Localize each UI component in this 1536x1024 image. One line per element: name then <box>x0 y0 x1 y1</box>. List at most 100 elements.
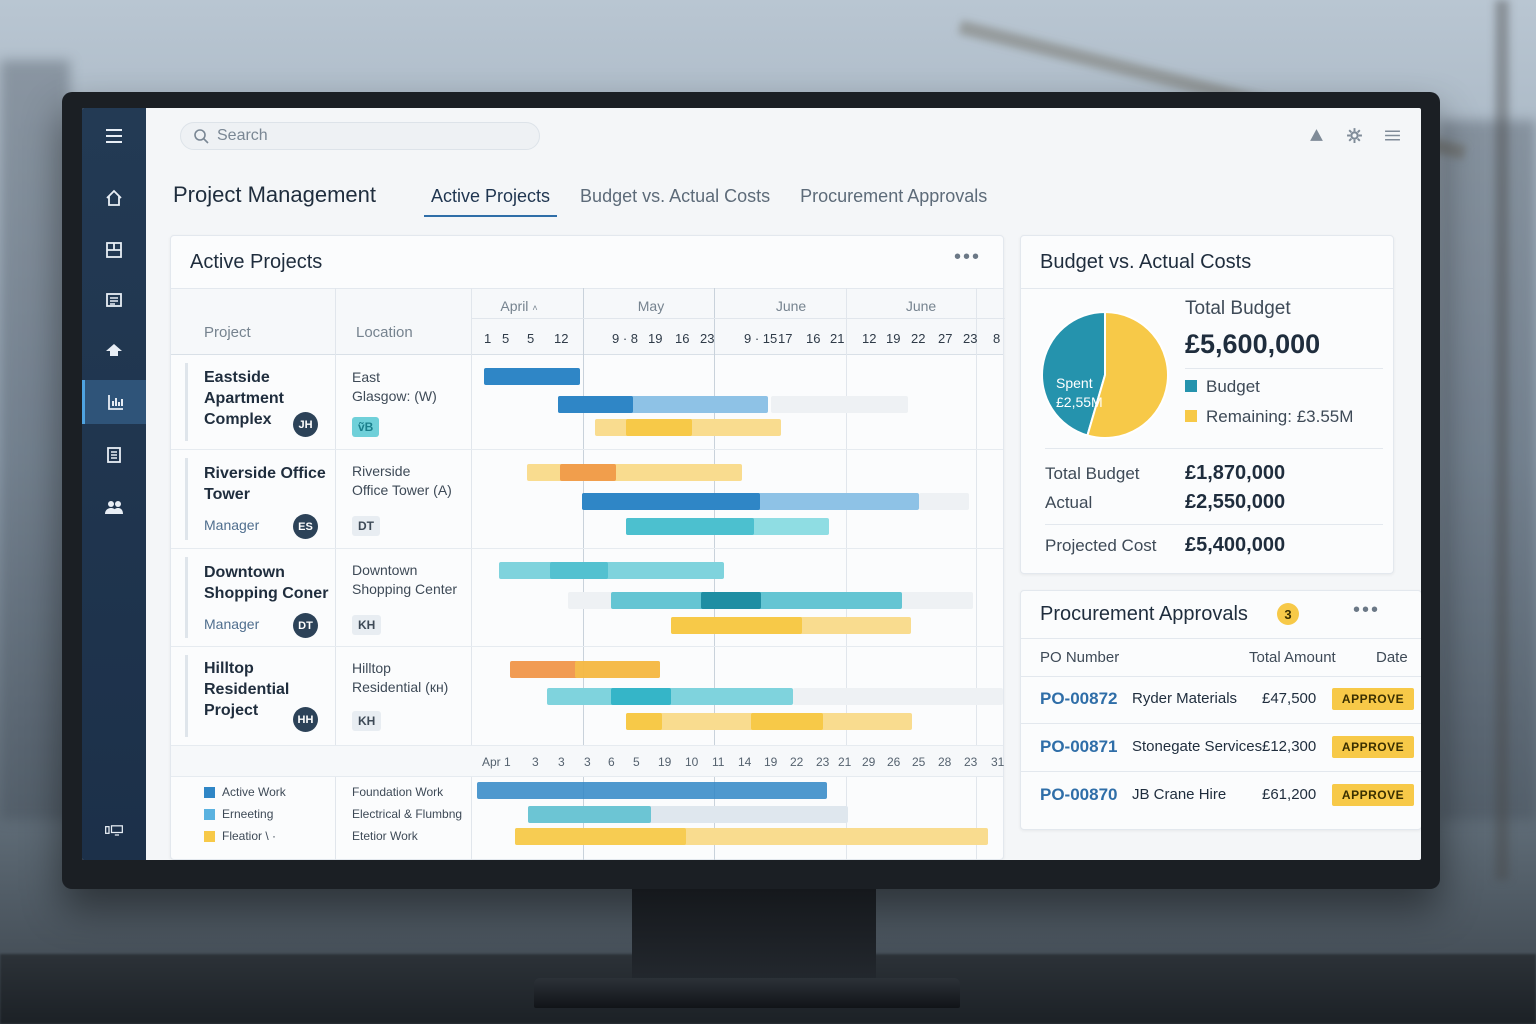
gantt-bar[interactable] <box>671 617 802 634</box>
dashboard-icon[interactable] <box>82 228 146 272</box>
legend-budget: Budget <box>1185 377 1260 397</box>
gantt-axis-label: 10 <box>685 755 699 769</box>
gantt-bar[interactable] <box>575 661 660 678</box>
approve-button[interactable]: APPROVE <box>1332 736 1414 758</box>
legend-phase: Electrical & Flumbng <box>352 807 463 821</box>
po-amount: £12,300 <box>1262 738 1317 755</box>
gantt-bar[interactable] <box>477 782 827 799</box>
approve-button[interactable]: APPROVE <box>1332 784 1414 806</box>
tab-active-projects[interactable]: Active Projects <box>424 186 558 217</box>
po-number-link[interactable]: PO-00872 <box>1040 689 1118 709</box>
device-icon[interactable] <box>82 808 146 852</box>
gantt-bar[interactable] <box>751 713 823 730</box>
gantt-bar[interactable] <box>771 396 908 413</box>
gantt-day-label: 23 <box>963 331 978 346</box>
po-number-link[interactable]: PO-00870 <box>1040 785 1118 805</box>
search-input[interactable]: Search <box>180 122 540 150</box>
month-june-1: June <box>775 298 807 314</box>
gantt-bar[interactable] <box>626 419 692 436</box>
gantt-axis-label: 6 <box>608 755 615 769</box>
gantt-day-label: 21 <box>830 331 845 346</box>
team-icon[interactable] <box>82 485 146 529</box>
search-icon <box>194 129 209 144</box>
analytics-icon[interactable] <box>82 380 146 424</box>
po-column-header: PO Number <box>1040 649 1120 666</box>
gantt-day-label: 5 <box>502 331 510 346</box>
home-icon[interactable] <box>82 176 146 220</box>
budget-row-value: £1,870,000 <box>1185 462 1286 484</box>
gantt-day-label: 27 <box>938 331 953 346</box>
page-title: Project Management <box>173 182 376 207</box>
tab-procurement-approvals[interactable]: Procurement Approvals <box>793 186 994 217</box>
gantt-bar[interactable] <box>515 828 686 845</box>
site-icon[interactable] <box>82 328 146 372</box>
procurement-title: Procurement Approvals <box>1040 603 1248 625</box>
gantt-bar[interactable] <box>626 713 662 730</box>
project-name[interactable]: Downtown Shopping Coner <box>204 562 334 604</box>
legend-item: Active Work <box>204 785 286 799</box>
budget-row-label: Projected Cost <box>1045 536 1157 555</box>
gantt-bar[interactable] <box>919 493 969 510</box>
gantt-axis-label: Apr 1 <box>482 755 511 769</box>
settings-icon[interactable] <box>1345 126 1363 144</box>
avatar: HH <box>293 707 318 732</box>
po-amount: £61,200 <box>1262 786 1317 803</box>
procurement-more-icon[interactable]: ••• <box>1353 599 1380 622</box>
gantt-day-label: 8 <box>993 331 1001 346</box>
gantt-day-label: 16 <box>806 331 821 346</box>
gantt-day-label: 22 <box>911 331 926 346</box>
project-tag: DT <box>352 516 380 536</box>
project-name[interactable]: Riverside Office Tower <box>204 463 334 505</box>
total-budget-label: Total Budget <box>1185 298 1291 319</box>
gantt-bar[interactable] <box>701 592 761 609</box>
gantt-axis-label: 5 <box>633 755 640 769</box>
tab-budget-vs-actual[interactable]: Budget vs. Actual Costs <box>573 186 777 217</box>
gantt-bar[interactable] <box>611 688 671 705</box>
gantt-axis-label: 19 <box>764 755 778 769</box>
gantt-bar[interactable] <box>582 493 760 510</box>
documents-icon[interactable] <box>82 433 146 477</box>
gantt-bar[interactable] <box>793 688 1003 705</box>
gantt-axis-label: 26 <box>887 755 901 769</box>
gantt-bar[interactable] <box>550 562 608 579</box>
reports-icon[interactable] <box>82 278 146 322</box>
gantt-axis-label: 29 <box>862 755 876 769</box>
date-column-header: Date <box>1376 649 1408 666</box>
avatar: ES <box>293 514 318 539</box>
project-column-header: Project <box>204 324 251 341</box>
month-april[interactable]: April ˄ <box>489 298 549 314</box>
gantt-bar[interactable] <box>499 562 724 579</box>
po-amount: £47,500 <box>1262 690 1317 707</box>
menu-icon[interactable] <box>82 114 146 158</box>
po-number-link[interactable]: PO-00871 <box>1040 737 1118 757</box>
gantt-day-label: 1 <box>484 331 492 346</box>
sidebar <box>82 108 146 860</box>
gantt-axis-label: 23 <box>964 755 978 769</box>
gantt-axis-label: 23 <box>816 755 830 769</box>
budget-card: Budget vs. Actual Costs Spent £2,55M Tot… <box>1020 235 1394 574</box>
project-location: Downtown Shopping Center <box>352 562 458 597</box>
vendor-name: Stonegate Services <box>1132 738 1263 755</box>
gantt-bar[interactable] <box>484 368 580 385</box>
gantt-axis-label: 19 <box>658 755 672 769</box>
more-menu-icon[interactable] <box>1383 126 1401 144</box>
gantt-day-label: 17 <box>778 331 793 346</box>
gantt-axis-label: 31 <box>991 755 1005 769</box>
gantt-axis-label: 3 <box>558 755 565 769</box>
gantt-day-label: 9 · 8 <box>612 331 639 346</box>
gantt-bar[interactable] <box>626 518 754 535</box>
notification-icon[interactable] <box>1307 126 1325 144</box>
gantt-axis-label: 3 <box>532 755 539 769</box>
gantt-axis-label: 3 <box>584 755 591 769</box>
gantt-bar[interactable] <box>560 464 616 481</box>
monitor-stand <box>632 889 876 981</box>
budget-row-label: Actual <box>1045 493 1093 512</box>
budget-row-value: £5,400,000 <box>1185 534 1286 556</box>
gantt-bar[interactable] <box>558 396 633 413</box>
approve-button[interactable]: APPROVE <box>1332 688 1414 710</box>
gantt-more-icon[interactable]: ••• <box>954 246 981 269</box>
legend-item: Erneeting <box>204 807 273 821</box>
legend-remaining: Remaining: £3.55M <box>1185 407 1353 427</box>
total-budget-value: £5,600,000 <box>1185 329 1321 359</box>
gantt-bar[interactable] <box>528 806 651 823</box>
